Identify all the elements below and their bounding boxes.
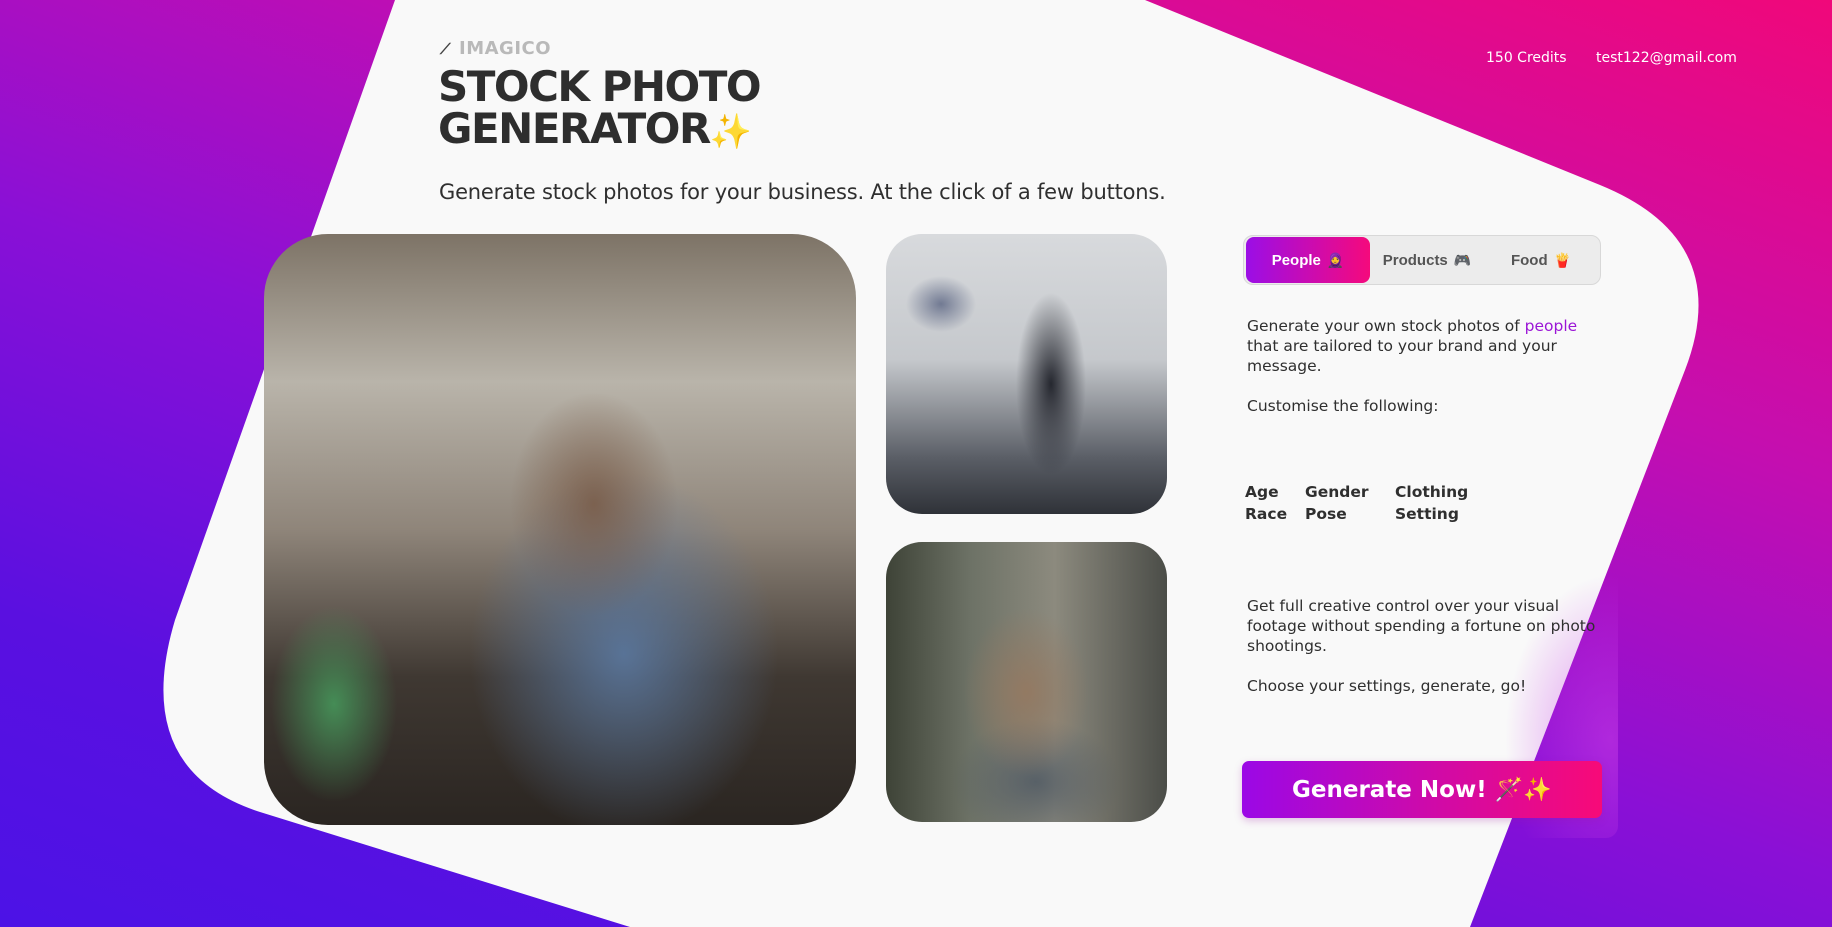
tab-products[interactable]: Products 🎮 <box>1370 237 1484 283</box>
tab-products-label: Products <box>1382 251 1448 269</box>
magic-wand-icon: ⟋ <box>440 39 452 58</box>
tab-food[interactable]: Food 🍟 <box>1484 237 1598 283</box>
fries-icon: 🍟 <box>1553 251 1572 268</box>
brand-name: IMAGICO <box>459 38 552 59</box>
creative-control-text: Get full creative control over your visu… <box>1247 597 1596 655</box>
page-subtitle: Generate stock photos for your business.… <box>439 180 1166 204</box>
attribute-list: Age Gender Clothing Race Pose Setting <box>1245 483 1475 523</box>
magic-wand-sparkles-icon: 🪄✨ <box>1494 777 1552 803</box>
intro-suffix: that are tailored to your brand and your… <box>1247 337 1557 375</box>
attribute-item: Setting <box>1395 505 1459 523</box>
sample-photo-meeting <box>886 234 1167 514</box>
intro-prefix: Generate your own stock photos of <box>1247 317 1525 335</box>
sparkles-icon: ✨ <box>709 112 753 152</box>
title-line-2: GENERATOR <box>438 104 711 153</box>
tab-people-label: People <box>1271 251 1321 269</box>
attribute-item: Clothing <box>1395 483 1469 501</box>
credits-link[interactable]: 150 Credits <box>1486 50 1567 66</box>
sample-photo-main <box>264 234 856 825</box>
cta-text: Choose your settings, generate, go! <box>1247 677 1527 695</box>
attribute-item: Pose <box>1305 505 1347 523</box>
customise-label: Customise the following: <box>1247 397 1439 415</box>
sample-photo-train <box>886 542 1167 822</box>
person-icon: 🧕 <box>1326 251 1345 268</box>
page-title: STOCK PHOTO GENERATOR✨ <box>438 66 762 153</box>
attribute-item: Race <box>1245 505 1288 523</box>
gamepad-icon: 🎮 <box>1453 251 1472 268</box>
category-tabs: People 🧕 Products 🎮 Food 🍟 <box>1243 235 1601 285</box>
generate-now-button[interactable]: Generate Now! 🪄✨ <box>1242 761 1602 818</box>
account-email-link[interactable]: test122@gmail.com <box>1596 50 1737 66</box>
attribute-item: Age <box>1245 483 1279 501</box>
generate-button-label: Generate Now! <box>1292 776 1487 803</box>
panel-intro: Generate your own stock photos of people… <box>1247 316 1587 376</box>
brand-logo[interactable]: ⟋ IMAGICO <box>440 38 551 59</box>
intro-highlight: people <box>1524 317 1578 335</box>
tab-food-label: Food <box>1510 251 1548 269</box>
attribute-item: Gender <box>1305 483 1369 501</box>
tab-people[interactable]: People 🧕 <box>1246 237 1370 283</box>
